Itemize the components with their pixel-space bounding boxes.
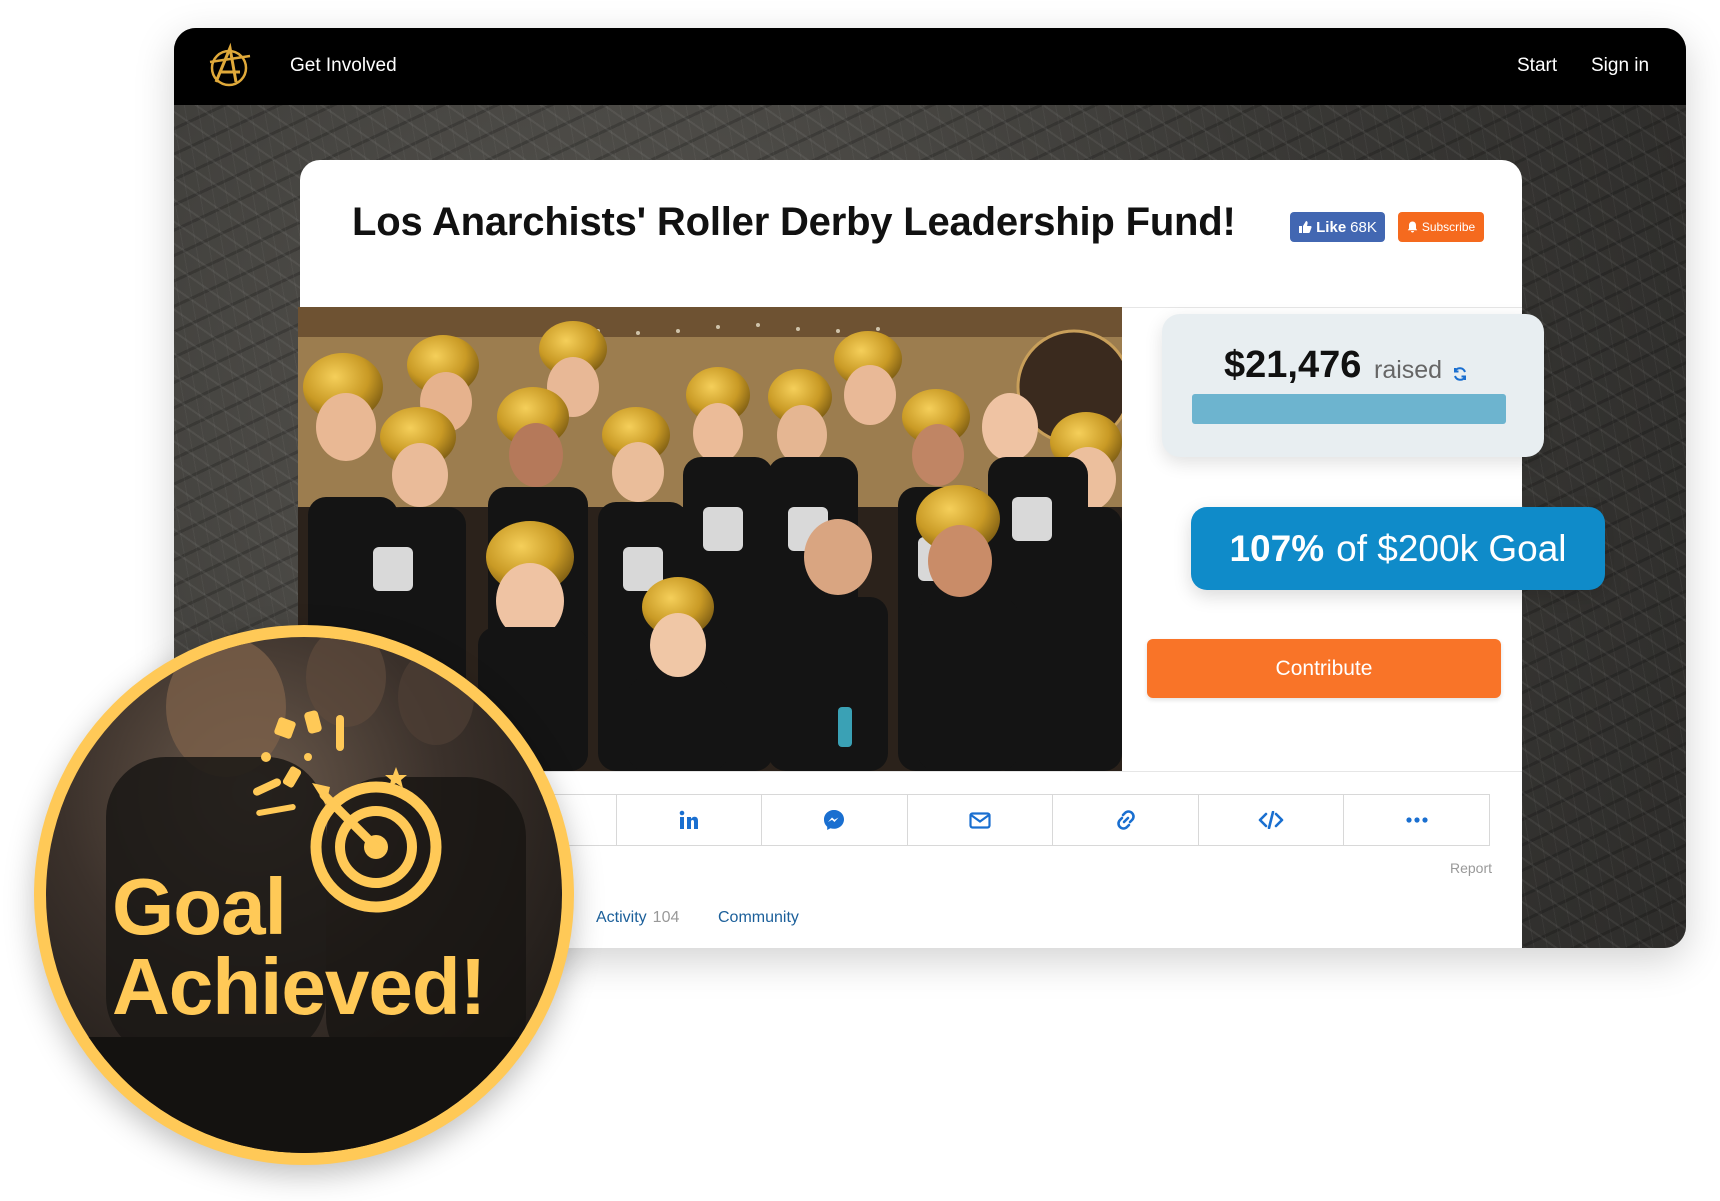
subscribe-label: Subscribe <box>1421 220 1476 234</box>
badge-line-achieved: Achieved! <box>112 942 486 1031</box>
tab-activity-count: 104 <box>652 909 680 926</box>
facebook-like-count: 68K <box>1350 218 1377 236</box>
nav-start[interactable]: Start <box>1517 55 1557 77</box>
contribute-button[interactable]: Contribute <box>1147 639 1501 698</box>
report-link[interactable]: Report <box>1450 860 1492 876</box>
refresh-icon[interactable] <box>1452 366 1468 382</box>
badge-photo-background: Goal Achieved! <box>46 637 562 1153</box>
email-icon <box>969 811 991 829</box>
share-linkedin-button[interactable] <box>615 795 762 845</box>
funding-progress-fill <box>1192 394 1506 424</box>
bell-icon <box>1407 221 1418 233</box>
top-navbar: Get Involved Start Sign in <box>174 28 1686 105</box>
linkedin-icon <box>679 810 698 829</box>
thumbs-up-icon <box>1299 221 1312 233</box>
tab-community-label: Community <box>718 909 799 926</box>
facebook-like-button[interactable]: Like 68K <box>1290 212 1385 242</box>
badge-line-goal: Goal <box>112 862 287 951</box>
more-icon <box>1406 817 1428 823</box>
embed-button[interactable] <box>1197 795 1344 845</box>
goal-percent: 107% <box>1229 527 1325 569</box>
goal-percentage-badge: 107% of $200k Goal <box>1191 507 1605 590</box>
share-messenger-button[interactable] <box>761 795 907 845</box>
subscribe-button[interactable]: Subscribe <box>1398 212 1484 242</box>
nav-sign-in[interactable]: Sign in <box>1591 55 1649 77</box>
goal-achieved-text: Goal Achieved! <box>112 862 486 1031</box>
raised-summary: $21,476 raised <box>1162 314 1544 457</box>
embed-icon <box>1258 811 1284 829</box>
more-share-button[interactable] <box>1343 795 1489 845</box>
funding-progress-bar <box>1192 394 1506 424</box>
campaign-title: Los Anarchists' Roller Derby Leadership … <box>352 200 1236 244</box>
nav-get-involved[interactable]: Get Involved <box>290 55 397 77</box>
facebook-like-label: Like <box>1316 218 1347 236</box>
tab-activity[interactable]: Activity 104 <box>596 909 679 927</box>
share-email-button[interactable] <box>906 795 1053 845</box>
link-icon <box>1116 810 1135 830</box>
goal-text: of $200k Goal <box>1336 527 1567 569</box>
raised-label: raised <box>1374 356 1443 384</box>
raised-amount: $21,476 <box>1224 344 1362 386</box>
tab-activity-label: Activity <box>596 909 647 926</box>
share-bar <box>470 794 1490 846</box>
anarchy-logo-icon[interactable] <box>206 42 252 92</box>
messenger-icon <box>824 810 845 830</box>
tab-community[interactable]: Community <box>718 909 799 927</box>
copy-link-button[interactable] <box>1052 795 1198 845</box>
goal-achieved-badge: Goal Achieved! <box>34 625 574 1165</box>
